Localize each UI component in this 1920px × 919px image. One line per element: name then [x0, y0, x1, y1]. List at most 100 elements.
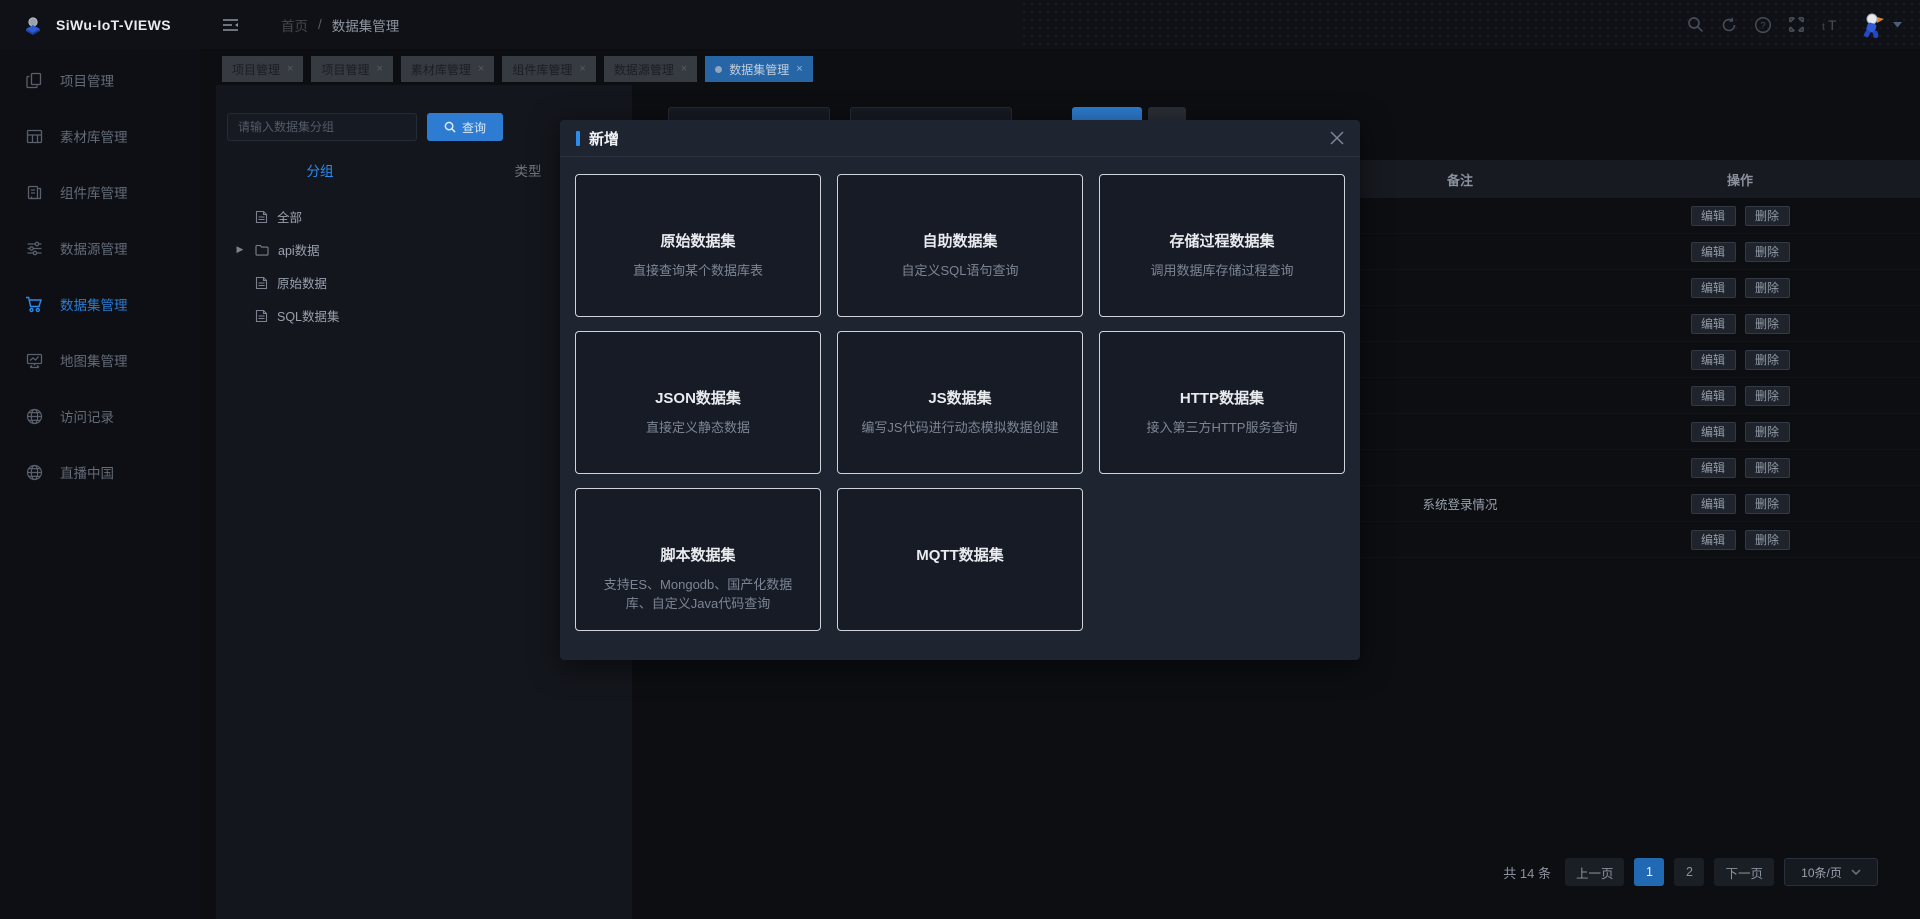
- sidebar-item-label: 直播中国: [60, 466, 114, 481]
- card-description: 直接定义静态数据: [645, 420, 750, 435]
- breadcrumb-home[interactable]: 首页: [281, 15, 308, 35]
- delete-button[interactable]: 删除: [1744, 385, 1790, 406]
- delete-button[interactable]: 删除: [1744, 205, 1790, 226]
- delete-button[interactable]: 删除: [1744, 241, 1790, 262]
- delete-button[interactable]: 删除: [1744, 313, 1790, 334]
- sidebar-item-数据源管理[interactable]: 数据源管理: [0, 220, 200, 276]
- actions-cell: 编辑 删除: [1560, 457, 1920, 478]
- refresh-icon[interactable]: [1720, 16, 1738, 34]
- dataset-type-card-HTTP数据集[interactable]: HTTP数据集接入第三方HTTP服务查询: [1099, 331, 1345, 474]
- globe-icon: [25, 407, 43, 425]
- delete-button[interactable]: 删除: [1744, 421, 1790, 442]
- page-button-2[interactable]: 2: [1674, 858, 1705, 886]
- card-title: 自助数据集: [922, 233, 998, 250]
- tab-label: 数据源管理: [613, 62, 674, 77]
- card-description: 接入第三方HTTP服务查询: [1146, 420, 1298, 435]
- dataset-type-card-MQTT数据集[interactable]: MQTT数据集: [837, 488, 1083, 631]
- panel-tab-分组[interactable]: 分组: [216, 160, 424, 180]
- group-search-button[interactable]: 查询: [427, 113, 503, 141]
- dataset-type-card-JSON数据集[interactable]: JSON数据集 直接定义静态数据: [575, 331, 821, 474]
- delete-button[interactable]: 删除: [1744, 349, 1790, 370]
- card-title: JSON数据集: [655, 390, 741, 407]
- close-tab-icon[interactable]: ×: [478, 63, 484, 75]
- search-icon[interactable]: [1687, 16, 1704, 33]
- user-menu[interactable]: [1857, 10, 1902, 40]
- font-size-icon[interactable]: t T: [1821, 17, 1841, 33]
- sidebar-item-数据集管理[interactable]: 数据集管理: [0, 276, 200, 332]
- edit-button[interactable]: 编辑: [1690, 493, 1736, 514]
- page-button-1[interactable]: 1: [1634, 858, 1665, 886]
- edit-button[interactable]: 编辑: [1690, 529, 1736, 550]
- toolbar-add-button-partial[interactable]: [1072, 107, 1142, 120]
- sidebar-item-访问记录[interactable]: 访问记录: [0, 388, 200, 444]
- delete-button[interactable]: 删除: [1744, 493, 1790, 514]
- toolbar-button-partial[interactable]: [1148, 107, 1186, 120]
- actions-cell: 编辑 删除: [1560, 385, 1920, 406]
- delete-button[interactable]: 删除: [1744, 457, 1790, 478]
- edit-button[interactable]: 编辑: [1690, 313, 1736, 334]
- svg-text:t: t: [1822, 22, 1825, 33]
- open-tab-项目管理[interactable]: 项目管理 ×: [311, 56, 393, 82]
- sidebar-item-label: 项目管理: [60, 74, 114, 89]
- sidebar-item-素材库管理[interactable]: 素材库管理: [0, 108, 200, 164]
- pagination: 共 14 条 上一页 12 下一页 10条/页: [1503, 858, 1878, 886]
- group-search-input[interactable]: [227, 113, 417, 141]
- dataset-type-grid: 原始数据集 直接查询某个数据库表 自助数据集 自定义SQL语句查询 存储过程数据集 调用数…: [560, 157, 1360, 648]
- close-tab-icon[interactable]: ×: [681, 63, 687, 75]
- page-size-select[interactable]: 10条/页: [1784, 858, 1878, 886]
- close-tab-icon[interactable]: ×: [579, 63, 585, 75]
- sidebar-item-label: 数据源管理: [60, 242, 128, 257]
- fullscreen-icon[interactable]: [1788, 16, 1805, 33]
- close-icon[interactable]: [1330, 131, 1344, 145]
- open-tab-组件库管理[interactable]: 组件库管理 ×: [502, 56, 596, 82]
- toolbar-input-partial[interactable]: [668, 107, 830, 120]
- edit-button[interactable]: 编辑: [1690, 277, 1736, 298]
- menu-collapse-icon[interactable]: [222, 18, 239, 32]
- dataset-type-card-脚本数据集[interactable]: 脚本数据集 支持ES、Mongodb、国产化数据库、自定义Java代码查询: [575, 488, 821, 631]
- sidebar-item-label: 数据集管理: [60, 298, 128, 313]
- open-tab-数据源管理[interactable]: 数据源管理 ×: [603, 56, 698, 82]
- tree-node-label: 全部: [277, 211, 303, 225]
- edit-button[interactable]: 编辑: [1690, 421, 1736, 442]
- edit-button[interactable]: 编辑: [1690, 241, 1736, 262]
- edit-button[interactable]: 编辑: [1690, 205, 1736, 226]
- topbar-actions: ? t T: [1687, 0, 1902, 49]
- card-title: JS数据集: [928, 390, 992, 407]
- sidebar-item-组件库管理[interactable]: 组件库管理: [0, 164, 200, 220]
- tree-expand-icon[interactable]: ▶: [234, 244, 246, 255]
- open-tab-素材库管理[interactable]: 素材库管理 ×: [400, 56, 495, 82]
- card-title: HTTP数据集: [1179, 390, 1265, 407]
- next-page-button[interactable]: 下一页: [1714, 858, 1774, 886]
- dataset-type-card-存储过程数据集[interactable]: 存储过程数据集 调用数据库存储过程查询: [1099, 174, 1345, 317]
- toolbar-input-partial[interactable]: [850, 107, 1012, 120]
- column-header-actions: 操作: [1726, 172, 1753, 188]
- close-tab-icon[interactable]: ×: [287, 63, 293, 75]
- open-tab-项目管理[interactable]: 项目管理 ×: [222, 56, 304, 82]
- sidebar-item-直播中国[interactable]: 直播中国: [0, 444, 200, 500]
- card-description: 编写JS代码进行动态模拟数据创建: [861, 420, 1059, 435]
- delete-button[interactable]: 删除: [1744, 277, 1790, 298]
- actions-cell: 编辑 删除: [1560, 421, 1920, 442]
- dataset-icon: [25, 295, 43, 313]
- edit-button[interactable]: 编辑: [1690, 457, 1736, 478]
- sidebar-item-地图集管理[interactable]: 地图集管理: [0, 332, 200, 388]
- close-tab-icon[interactable]: ×: [796, 63, 802, 75]
- dataset-type-card-自助数据集[interactable]: 自助数据集 自定义SQL语句查询: [837, 174, 1083, 317]
- open-tab-数据集管理[interactable]: 数据集管理 ×: [705, 56, 813, 82]
- sidebar-item-项目管理[interactable]: 项目管理: [0, 52, 200, 108]
- edit-button[interactable]: 编辑: [1690, 385, 1736, 406]
- close-tab-icon[interactable]: ×: [376, 63, 382, 75]
- dataset-type-card-JS数据集[interactable]: JS数据集编写JS代码进行动态模拟数据创建: [837, 331, 1083, 474]
- open-tabs-bar: 项目管理 × 项目管理 × 素材库管理 × 组件库管理 × 数据源管理 × 数据集管理 ×: [222, 56, 813, 82]
- file-icon: [255, 210, 268, 224]
- folder-icon: [255, 244, 269, 256]
- page-numbers: 12: [1634, 858, 1705, 886]
- dataset-type-card-原始数据集[interactable]: 原始数据集 直接查询某个数据库表: [575, 174, 821, 317]
- delete-button[interactable]: 删除: [1744, 529, 1790, 550]
- file-icon: [255, 276, 268, 290]
- app-title: SiWu-IoT-VIEWS: [56, 16, 172, 33]
- actions-cell: 编辑 删除: [1560, 313, 1920, 334]
- prev-page-button[interactable]: 上一页: [1564, 858, 1625, 886]
- edit-button[interactable]: 编辑: [1690, 349, 1736, 370]
- help-icon[interactable]: ?: [1754, 16, 1772, 34]
